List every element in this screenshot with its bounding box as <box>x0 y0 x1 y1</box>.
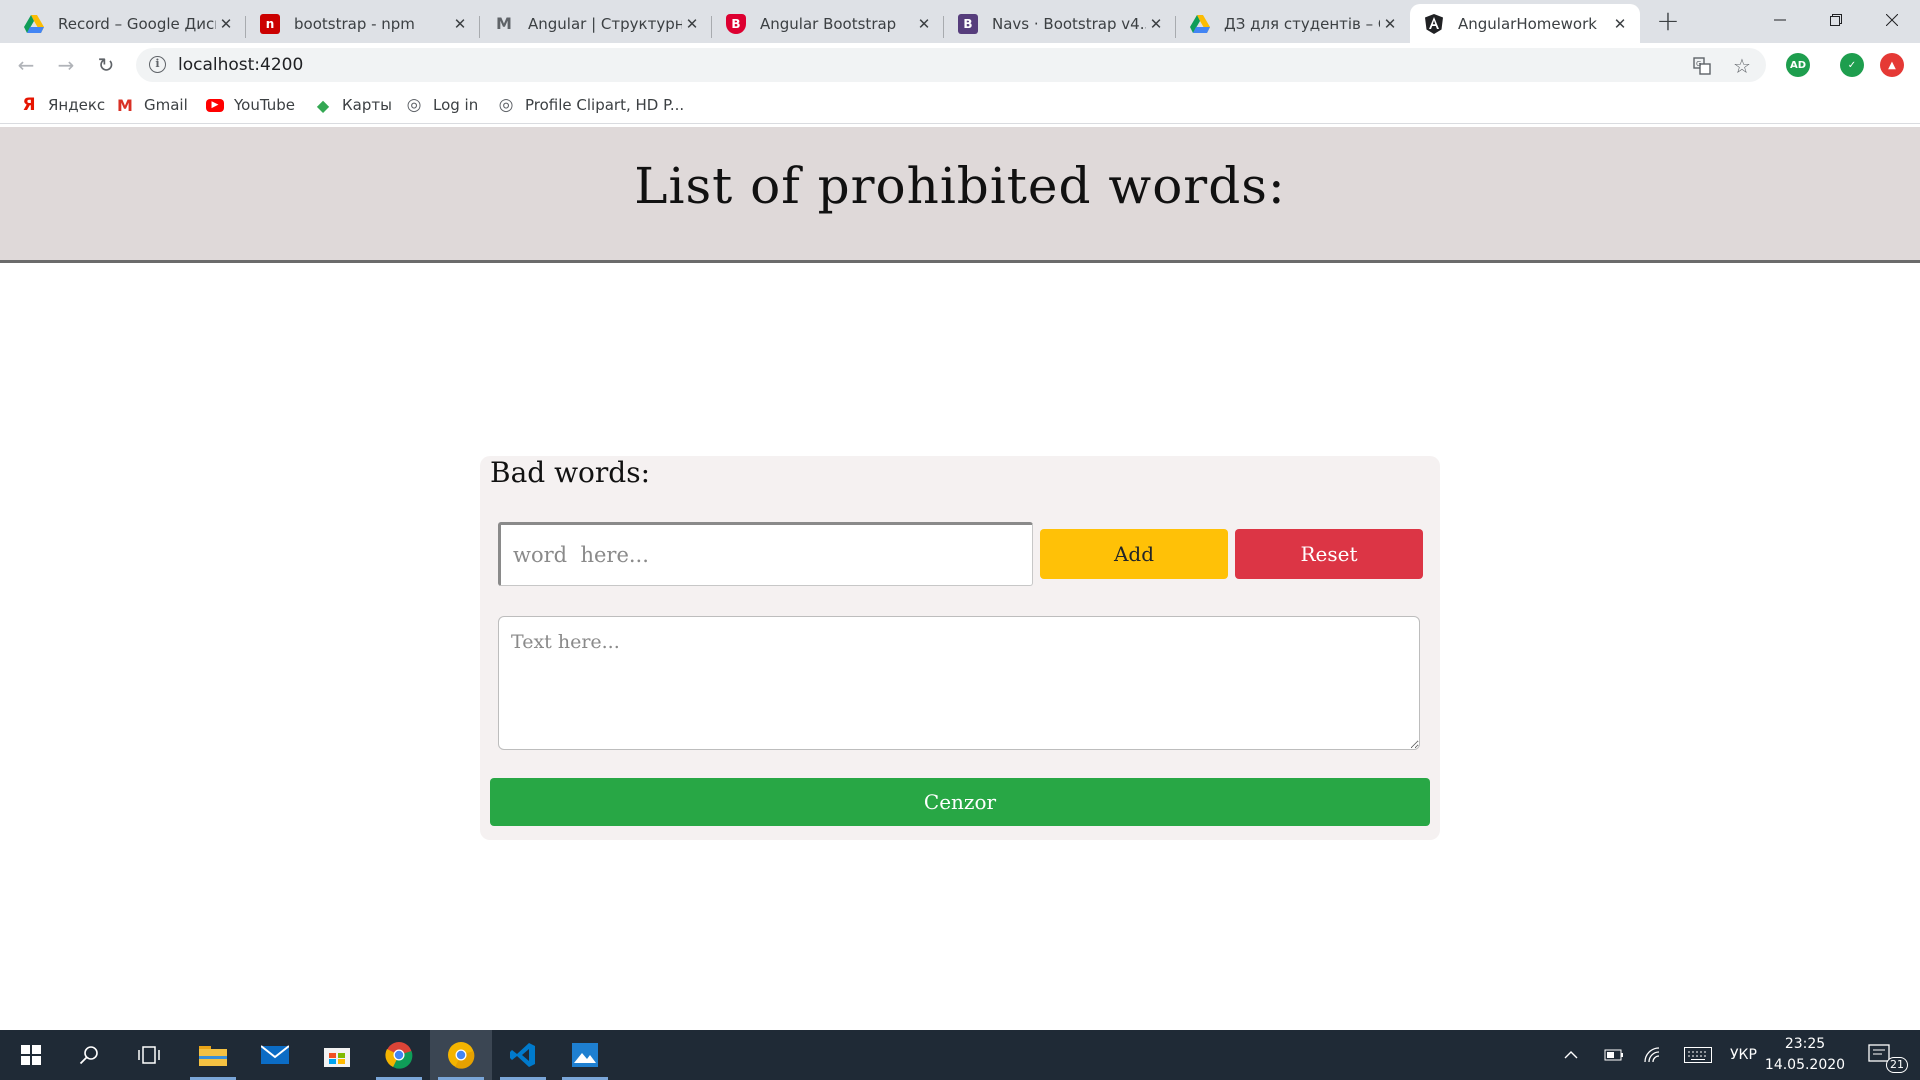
system-clock[interactable]: 23:25 14.05.2020 <box>1760 1034 1850 1076</box>
reset-button[interactable]: Reset <box>1235 529 1423 579</box>
url-text[interactable]: localhost:4200 <box>178 55 303 75</box>
bookmark-profile-clipart[interactable]: ◎ Profile Clipart, HD P... <box>497 95 685 115</box>
reload-icon: ↻ <box>97 53 115 77</box>
battery-icon[interactable] <box>1602 1030 1626 1080</box>
notifications-icon[interactable]: 21 <box>1868 1030 1908 1080</box>
arrow-right-icon: → <box>57 53 75 77</box>
youtube-icon: ▶ <box>206 98 224 112</box>
language-indicator[interactable]: УКР <box>1730 1030 1757 1080</box>
browser-toolbar: ← → ↻ i localhost:4200 G ☆ AD ✓ ▲ <box>0 43 1920 87</box>
back-button[interactable]: ← <box>10 49 42 81</box>
arrow-left-icon: ← <box>17 53 35 77</box>
clock-time: 23:25 <box>1784 1036 1826 1052</box>
bookmark-youtube[interactable]: ▶ YouTube <box>206 95 295 115</box>
bad-words-card: Bad words: Add Reset Cenzor <box>480 456 1440 840</box>
translate-icon[interactable]: G <box>1693 57 1711 75</box>
tab-record-google-drive[interactable]: Record – Google Диск ✕ <box>10 4 246 43</box>
keyboard-icon[interactable] <box>1684 1030 1714 1080</box>
update-extension-icon[interactable]: ▲ <box>1880 53 1904 77</box>
gmail-style-icon: M <box>496 14 512 33</box>
tab-title: AngularHomework <box>1458 14 1597 33</box>
notification-count: 21 <box>1886 1057 1908 1073</box>
card-title: Bad words: <box>490 456 651 489</box>
word-input[interactable] <box>498 522 1033 586</box>
chrome-icon[interactable] <box>368 1030 430 1080</box>
close-icon[interactable]: ✕ <box>450 15 470 33</box>
globe-icon: ◎ <box>498 95 514 115</box>
new-tab-button[interactable]: + <box>1654 4 1682 40</box>
close-icon[interactable]: ✕ <box>1146 15 1166 33</box>
bookmark-label: Log in <box>433 96 479 114</box>
npm-icon: n <box>260 13 280 34</box>
task-view-icon[interactable] <box>118 1030 180 1080</box>
google-drive-icon <box>24 14 44 34</box>
tab-strip: Record – Google Диск ✕ n bootstrap - npm… <box>0 0 1920 43</box>
file-explorer-icon[interactable] <box>182 1030 244 1080</box>
add-button[interactable]: Add <box>1040 529 1228 579</box>
close-icon[interactable]: ✕ <box>682 15 702 33</box>
bookmark-star-icon[interactable]: ☆ <box>1733 56 1751 76</box>
adguard-extension-icon[interactable]: AD <box>1786 53 1810 77</box>
tab-angular-homework[interactable]: AngularHomework ✕ <box>1410 4 1640 43</box>
page-title: List of prohibited words: <box>634 157 1286 215</box>
tab-navs-bootstrap[interactable]: B Navs · Bootstrap v4.5 ✕ <box>944 4 1176 43</box>
close-icon[interactable]: ✕ <box>914 15 934 33</box>
bootstrap-shield-icon: B <box>726 13 746 34</box>
tab-title: Angular Bootstrap <box>760 14 897 33</box>
close-icon[interactable]: ✕ <box>1380 15 1400 33</box>
photos-icon[interactable] <box>554 1030 616 1080</box>
bookmark-label: Карты <box>342 96 392 114</box>
cenzor-button[interactable]: Cenzor <box>490 778 1430 826</box>
bookmark-label: Gmail <box>144 96 188 114</box>
search-icon[interactable] <box>58 1030 120 1080</box>
close-icon[interactable]: ✕ <box>216 15 236 33</box>
bookmarks-bar: Я Яндекс M Gmail ▶ YouTube ◆ Карты ◎ Log… <box>0 87 1920 124</box>
bookmark-gmail[interactable]: M Gmail <box>116 95 188 115</box>
minimize-icon[interactable] <box>1752 0 1808 40</box>
start-icon[interactable] <box>0 1030 62 1080</box>
globe-icon: ◎ <box>406 95 422 115</box>
bookmark-log-in[interactable]: ◎ Log in <box>405 95 479 115</box>
forward-button[interactable]: → <box>50 49 82 81</box>
tab-angular-structural[interactable]: M Angular | Структурные ✕ <box>480 4 712 43</box>
bookmark-label: YouTube <box>234 96 295 114</box>
restore-icon[interactable] <box>1808 0 1864 40</box>
window-close-icon[interactable] <box>1864 0 1920 40</box>
tab-title: ДЗ для студентів – Goo <box>1224 14 1380 33</box>
wifi-icon[interactable] <box>1644 1030 1668 1080</box>
show-hidden-icons-icon[interactable] <box>1564 1030 1584 1080</box>
bookmark-label: Profile Clipart, HD P... <box>525 96 685 114</box>
google-drive-icon <box>1190 14 1210 34</box>
reload-button[interactable]: ↻ <box>90 49 122 81</box>
bootstrap-b-icon: B <box>958 13 978 34</box>
bookmark-maps[interactable]: ◆ Карты <box>314 95 392 115</box>
tab-title: bootstrap - npm <box>294 14 415 33</box>
yandex-icon: Я <box>22 95 36 115</box>
tab-title: Record – Google Диск <box>58 14 216 33</box>
page-header: List of prohibited words: <box>0 127 1920 263</box>
text-area[interactable] <box>498 616 1420 750</box>
bookmark-label: Яндекс <box>48 96 106 114</box>
angular-icon <box>1424 13 1444 34</box>
store-icon[interactable] <box>306 1030 368 1080</box>
clock-date: 14.05.2020 <box>1764 1057 1846 1073</box>
svg-text:G: G <box>1696 60 1701 68</box>
info-icon[interactable]: i <box>149 56 166 73</box>
shield-check-extension-icon[interactable]: ✓ <box>1840 53 1864 77</box>
tab-angular-bootstrap[interactable]: B Angular Bootstrap ✕ <box>712 4 944 43</box>
tab-homework-drive[interactable]: ДЗ для студентів – Goo ✕ <box>1176 4 1410 43</box>
vscode-icon[interactable] <box>492 1030 554 1080</box>
maps-icon: ◆ <box>316 95 330 115</box>
mail-icon[interactable] <box>244 1030 306 1080</box>
tab-title: Navs · Bootstrap v4.5 <box>992 14 1146 33</box>
address-bar[interactable]: i localhost:4200 G ☆ <box>136 48 1766 82</box>
bookmark-yandex[interactable]: Я Яндекс <box>20 95 105 115</box>
windows-taskbar: УКР 23:25 14.05.2020 21 <box>0 1030 1920 1080</box>
chrome-canary-icon[interactable] <box>430 1030 492 1080</box>
gmail-icon: M <box>117 95 133 115</box>
tab-title: Angular | Структурные <box>528 14 682 33</box>
close-icon[interactable]: ✕ <box>1610 15 1630 33</box>
tab-bootstrap-npm[interactable]: n bootstrap - npm ✕ <box>246 4 480 43</box>
